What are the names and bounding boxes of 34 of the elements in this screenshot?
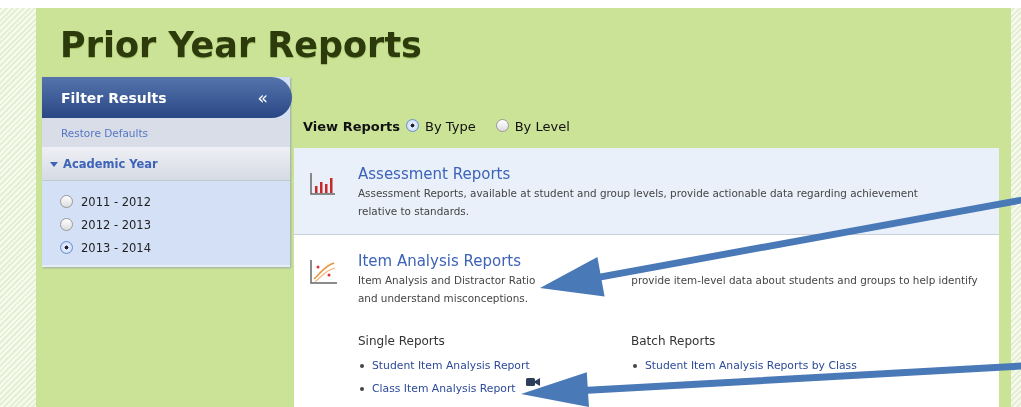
report-title-link[interactable]: Item Analysis Reports — [358, 252, 959, 271]
video-camera-icon[interactable] — [525, 377, 540, 387]
bar-chart-icon — [310, 173, 336, 195]
group-heading: Batch Reports — [631, 334, 717, 348]
report-title-link[interactable]: Assessment Reports — [358, 165, 959, 184]
collapse-button[interactable]: « — [257, 87, 268, 108]
report-description: Item Analysis and Distractor Ratio — [358, 273, 536, 288]
page-title: Prior Year Reports — [60, 24, 423, 67]
radio-button[interactable] — [60, 195, 73, 208]
radio-label: 2012 - 2013 — [81, 217, 151, 232]
radio-button[interactable] — [495, 119, 509, 132]
group-heading: Single Reports — [358, 334, 446, 348]
report-description: Assessment Reports, available at student and group levels, provide actionable data regarding achievement relative to standards. — [358, 187, 918, 217]
bullet — [633, 363, 637, 368]
view-reports-label: View Reports — [303, 119, 401, 134]
report-description: provide item-level data about students and groups to help identify — [631, 273, 978, 288]
radio-button[interactable] — [60, 241, 73, 254]
line-chart-icon — [310, 260, 338, 284]
caret-icon — [50, 159, 58, 168]
restore-defaults-link[interactable]: Restore Defaults — [61, 126, 148, 139]
radio-button[interactable] — [60, 218, 73, 231]
bullet — [360, 363, 364, 368]
section-header[interactable]: Academic Year — [42, 147, 290, 181]
bullet — [360, 386, 364, 391]
report-link[interactable]: Student Item Analysis Reports by Class — [645, 359, 857, 372]
filter-title: Filter Results — [61, 89, 167, 106]
radio-label: By Type — [425, 119, 476, 134]
report-description: and understand misconceptions. — [358, 292, 529, 304]
radio-button[interactable] — [406, 119, 420, 132]
radio-label: 2011 - 2012 — [81, 194, 151, 209]
radio-label: By Level — [514, 119, 570, 134]
report-link[interactable]: Student Item Analysis Report — [372, 359, 530, 372]
report-link[interactable]: Class Item Analysis Report — [372, 382, 516, 395]
radio-label: 2013 - 2014 — [81, 240, 151, 255]
